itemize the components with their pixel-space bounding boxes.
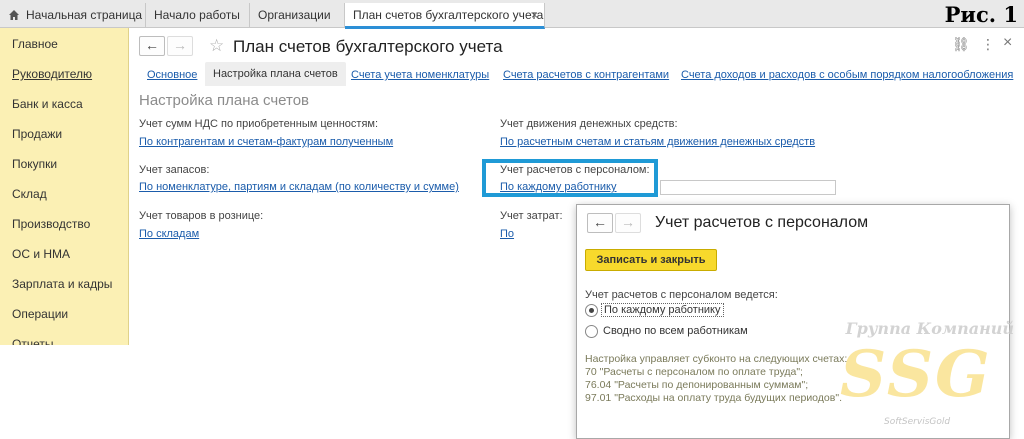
staff-link[interactable]: По каждому работнику: [500, 181, 617, 193]
forward-button[interactable]: →: [167, 36, 193, 56]
cash-label: Учет движения денежных средств:: [500, 118, 678, 130]
retail-label: Учет товаров в рознице:: [139, 210, 264, 222]
tab-start[interactable]: Начало работы: [146, 3, 250, 28]
stock-label: Учет запасов:: [139, 164, 210, 176]
dialog-field-label: Учет расчетов с персоналом ведется:: [585, 289, 778, 301]
tab-home[interactable]: Начальная страница: [0, 3, 146, 28]
star-icon[interactable]: ☆: [209, 36, 224, 56]
sidebar-item-sales[interactable]: Продажи: [12, 127, 62, 141]
radio-button-checked[interactable]: [585, 304, 598, 317]
cash-link[interactable]: По расчетным счетам и статьям движения д…: [500, 136, 815, 148]
tab-chart-of-accounts[interactable]: План счетов бухгалтерского учета ×: [345, 3, 545, 29]
costs-link[interactable]: По: [500, 228, 514, 240]
watermark-subtitle: SoftServisGold: [884, 417, 951, 427]
sidebar-item-bank[interactable]: Банк и касса: [12, 97, 83, 111]
staff-label: Учет расчетов с персоналом:: [500, 164, 650, 176]
radio-button[interactable]: [585, 325, 598, 338]
watermark-group: Группа Компаний: [845, 319, 1014, 338]
sidebar-item-manager[interactable]: Руководителю: [12, 67, 92, 81]
dialog-forward-button[interactable]: →: [615, 213, 641, 233]
save-and-close-button[interactable]: Записать и закрыть: [585, 249, 717, 271]
dialog-back-button[interactable]: ←: [587, 213, 613, 233]
sidebar-item-operations[interactable]: Операции: [12, 307, 68, 321]
tab-organizations-label: Организации: [258, 8, 331, 22]
sidebar-item-purchases[interactable]: Покупки: [12, 157, 57, 171]
stock-link[interactable]: По номенклатуре, партиям и складам (по к…: [139, 181, 459, 193]
sidebar-item-warehouse[interactable]: Склад: [12, 187, 47, 201]
radio-all-employees-label: Сводно по всем работникам: [603, 325, 748, 337]
figure-label: Рис. 1: [944, 2, 1018, 27]
note-line: 70 "Расчеты с персоналом по оплате труда…: [585, 366, 803, 378]
subtab-special-tax-accounts[interactable]: Счета доходов и расходов с особым порядк…: [681, 69, 1013, 81]
sidebar-item-assets[interactable]: ОС и НМА: [12, 247, 70, 261]
link-icon[interactable]: ⛓: [952, 36, 970, 53]
close-icon[interactable]: ×: [1003, 34, 1012, 52]
subtab-counterparty-accounts[interactable]: Счета расчетов с контрагентами: [503, 69, 669, 81]
retail-link[interactable]: По складам: [139, 228, 199, 240]
tab-chart-of-accounts-label: План счетов бухгалтерского учета: [353, 8, 544, 22]
radio-each-employee-label: По каждому работнику: [601, 303, 724, 317]
vat-link[interactable]: По контрагентам и счетам-фактурам получе…: [139, 136, 393, 148]
sidebar-item-payroll[interactable]: Зарплата и кадры: [12, 277, 112, 291]
subtab-chart-settings[interactable]: Настройка плана счетов: [205, 62, 346, 86]
costs-label: Учет затрат:: [500, 210, 563, 222]
sidebar-item-production[interactable]: Производство: [12, 217, 90, 231]
sidebar-item-main[interactable]: Главное: [12, 37, 58, 51]
back-button[interactable]: ←: [139, 36, 165, 56]
dialog-title: Учет расчетов с персоналом: [655, 214, 869, 231]
tab-organizations[interactable]: Организации: [250, 3, 345, 28]
sidebar: Главное Руководителю Банк и касса Продаж…: [0, 28, 129, 345]
vat-label: Учет сумм НДС по приобретенным ценностям…: [139, 118, 379, 130]
page-title: План счетов бухгалтерского учета: [233, 37, 503, 56]
close-icon[interactable]: ×: [531, 3, 538, 27]
note-line: Настройка управляет субконто на следующи…: [585, 353, 848, 365]
tab-start-label: Начало работы: [154, 8, 240, 22]
note-line: 97.01 "Расходы на оплату труда будущих п…: [585, 392, 842, 404]
sidebar-item-reports[interactable]: Отчеты: [12, 337, 53, 345]
watermark-logo: SSG: [840, 337, 992, 412]
more-icon[interactable]: ⋮: [981, 36, 995, 53]
subtab-nomenclature-accounts[interactable]: Счета учета номенклатуры: [351, 69, 489, 81]
tab-home-label: Начальная страница: [26, 8, 143, 22]
home-icon: [9, 10, 19, 20]
note-line: 76.04 "Расчеты по депонированным суммам"…: [585, 379, 809, 391]
empty-field: [660, 180, 836, 195]
tab-bar: Начальная страница Начало работы Организ…: [0, 0, 1024, 29]
subtab-main[interactable]: Основное: [147, 69, 197, 81]
section-title: Настройка плана счетов: [139, 92, 310, 109]
